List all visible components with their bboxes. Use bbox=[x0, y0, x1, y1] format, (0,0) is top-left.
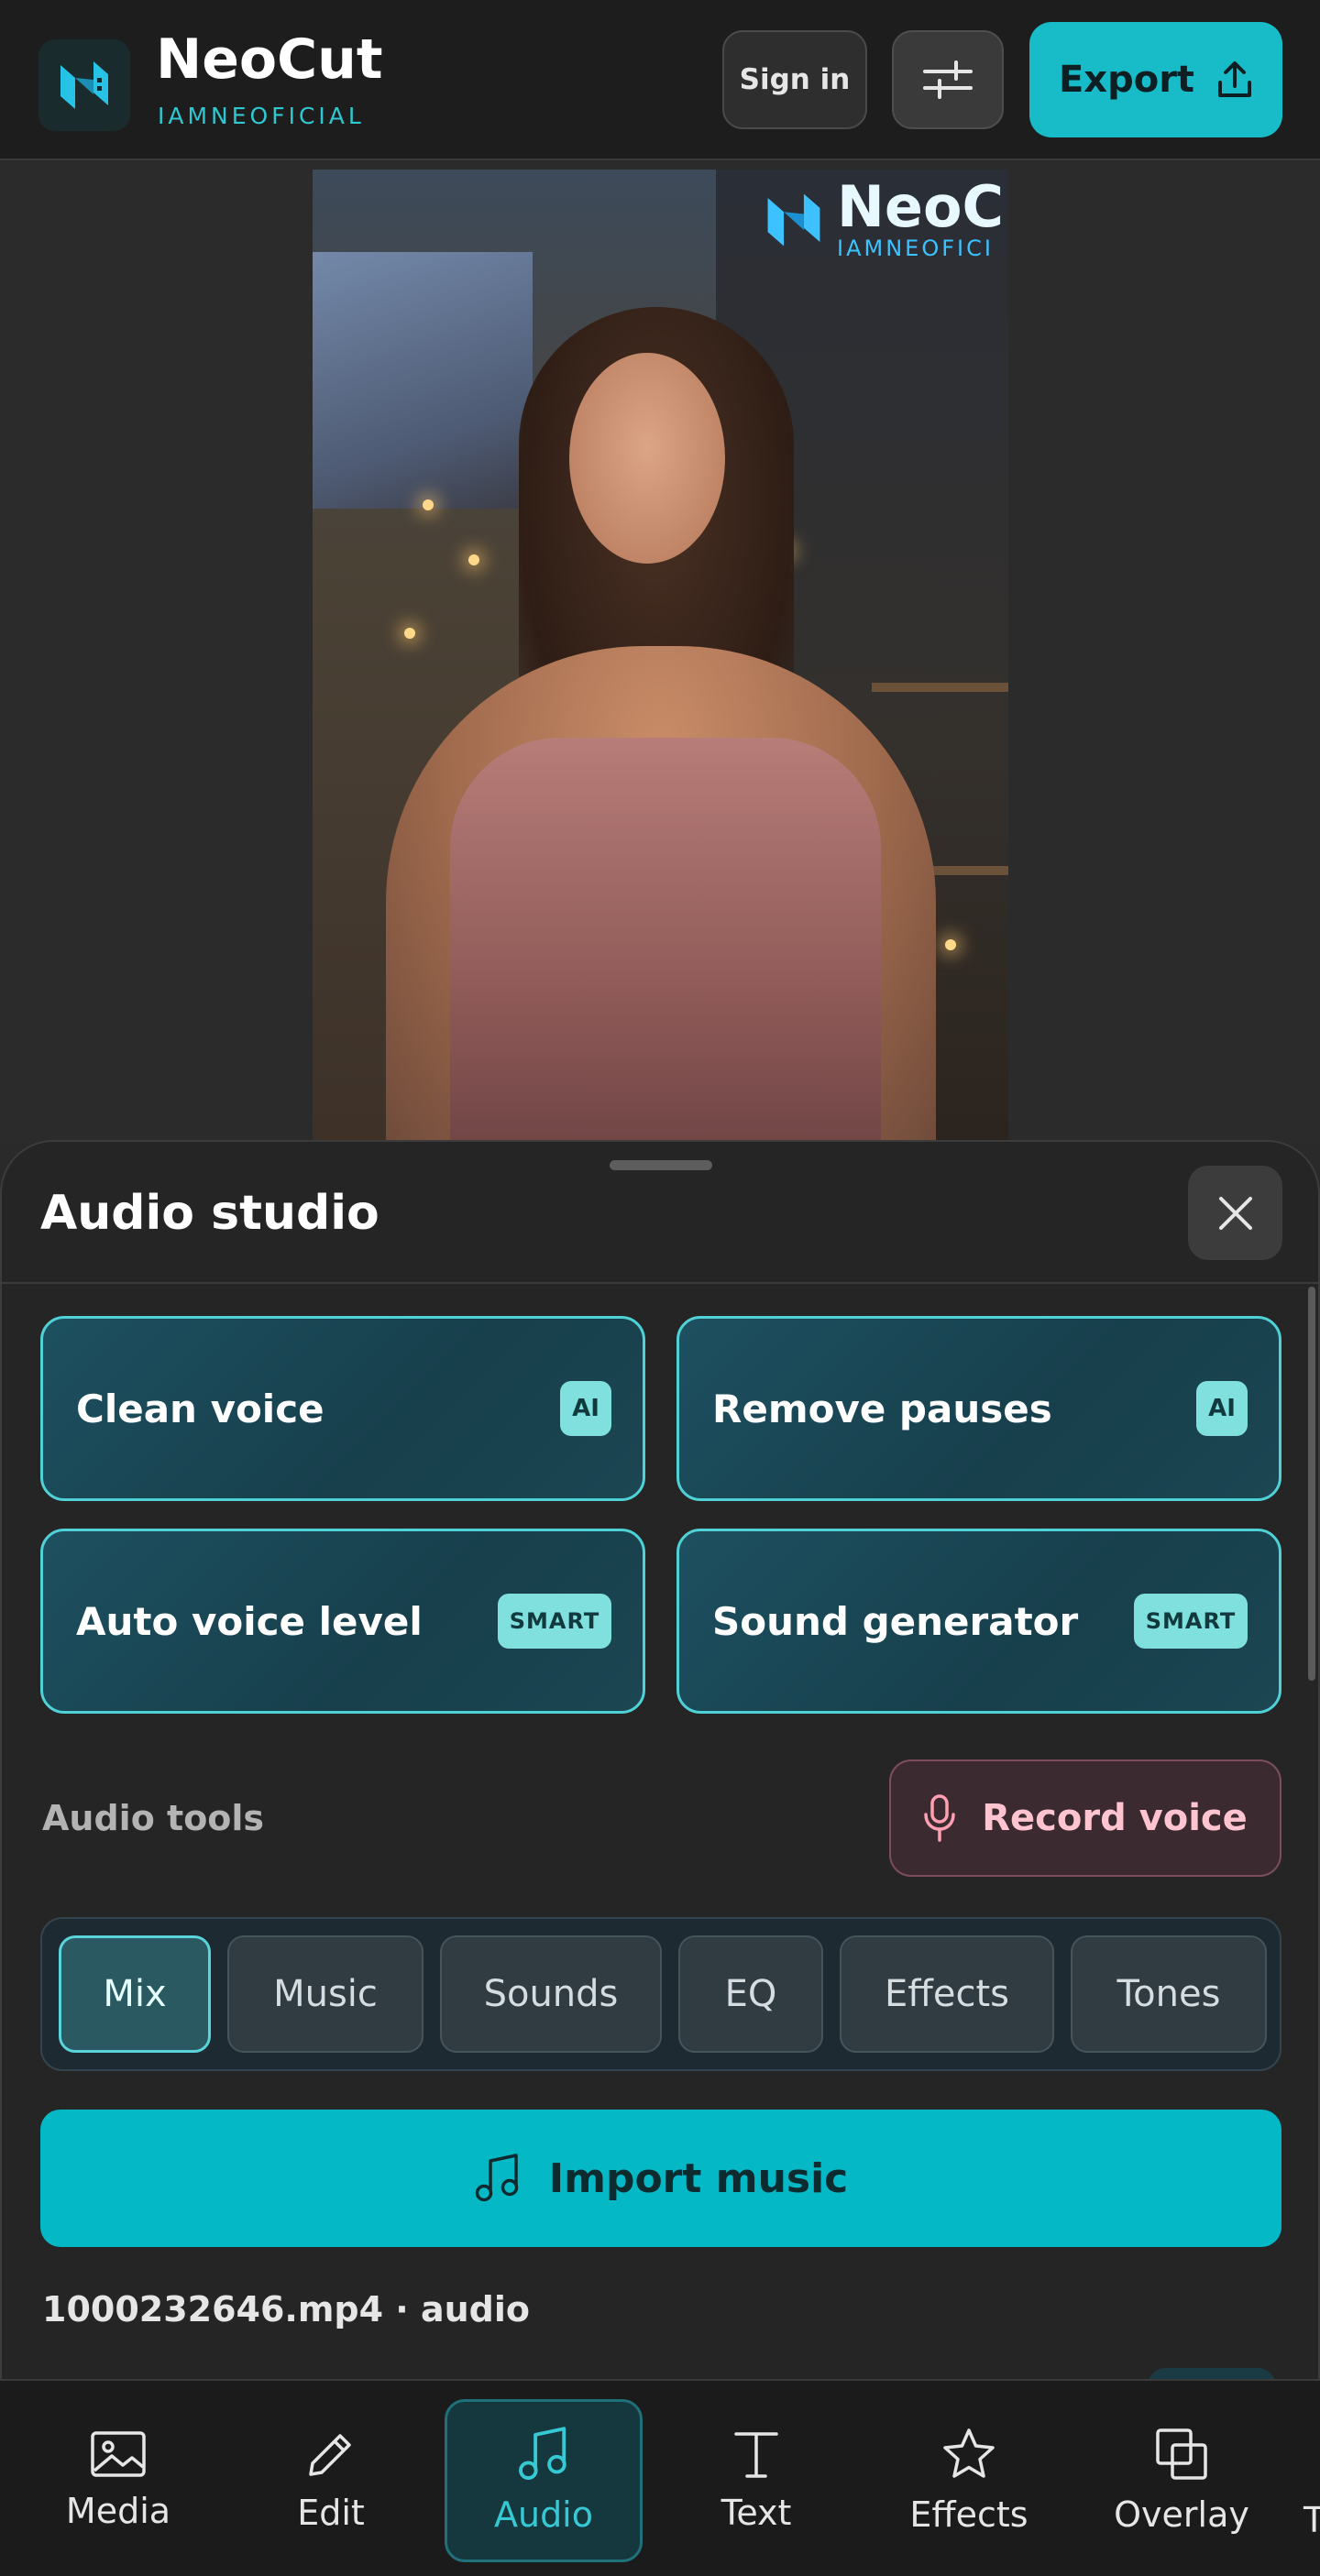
background-window bbox=[313, 252, 533, 509]
nav-label: Effects bbox=[909, 2494, 1028, 2535]
upload-icon bbox=[1218, 61, 1252, 97]
close-button[interactable] bbox=[1188, 1166, 1282, 1260]
app-header: NeoCut IAMNEOFICIAL Sign in Export bbox=[0, 0, 1320, 160]
pencil-icon bbox=[309, 2434, 351, 2476]
tab-eq[interactable]: EQ bbox=[678, 1935, 823, 2053]
nav-label: Overlay bbox=[1114, 2494, 1249, 2535]
audio-file-name: 1000232646.mp4 · audio bbox=[42, 2289, 530, 2329]
settings-button[interactable] bbox=[892, 30, 1004, 129]
music-note-icon bbox=[475, 2154, 518, 2202]
sign-in-button[interactable]: Sign in bbox=[722, 30, 867, 129]
brand-name: NeoCut bbox=[156, 27, 383, 92]
music-note-icon bbox=[519, 2427, 566, 2481]
card-label: Remove pauses bbox=[712, 1386, 1052, 1431]
audio-tool-tabs: Mix Music Sounds EQ Effects Tones bbox=[40, 1917, 1282, 2071]
overlay-icon bbox=[1156, 2428, 1207, 2480]
watermark-logo-icon bbox=[767, 193, 820, 247]
card-label: Sound generator bbox=[712, 1598, 1079, 1644]
fairy-light bbox=[404, 628, 415, 639]
subject-face bbox=[569, 353, 725, 564]
import-music-button[interactable]: Import music bbox=[40, 2110, 1282, 2247]
nav-overlay[interactable]: Overlay bbox=[1083, 2399, 1281, 2562]
smart-badge: SMART bbox=[1134, 1594, 1248, 1649]
card-label: Clean voice bbox=[76, 1386, 324, 1431]
ai-badge: AI bbox=[1196, 1381, 1248, 1436]
microphone-icon bbox=[924, 1794, 955, 1842]
fairy-light bbox=[423, 499, 434, 510]
clean-voice-card[interactable]: Clean voice AI bbox=[40, 1316, 645, 1501]
video-frame[interactable]: NeoC IAMNEOFICI bbox=[313, 170, 1008, 1143]
ai-badge: AI bbox=[560, 1381, 611, 1436]
tab-sounds[interactable]: Sounds bbox=[440, 1935, 662, 2053]
scrollbar[interactable] bbox=[1308, 1287, 1315, 1681]
fairy-light bbox=[468, 554, 479, 565]
audio-tools-label: Audio tools bbox=[42, 1798, 265, 1838]
export-label: Export bbox=[1058, 59, 1195, 101]
lamp-light bbox=[945, 939, 956, 950]
bottom-navigation: Media Edit Audio Text Effects Overlay T bbox=[0, 2379, 1320, 2576]
card-label: Auto voice level bbox=[76, 1598, 423, 1644]
record-voice-button[interactable]: Record voice bbox=[889, 1759, 1282, 1877]
tab-effects[interactable]: Effects bbox=[840, 1935, 1054, 2053]
tab-mix[interactable]: Mix bbox=[59, 1935, 211, 2053]
auto-voice-level-card[interactable]: Auto voice level SMART bbox=[40, 1529, 645, 1714]
watermark-subtitle: IAMNEOFICI bbox=[837, 236, 994, 261]
smart-badge: SMART bbox=[498, 1594, 611, 1649]
watermark-title: NeoC bbox=[837, 173, 1005, 240]
star-icon bbox=[943, 2428, 995, 2478]
logo-icon[interactable] bbox=[38, 39, 130, 131]
export-button[interactable]: Export bbox=[1029, 22, 1282, 137]
nav-label: Edit bbox=[297, 2493, 365, 2533]
video-preview-area: NeoC IAMNEOFICI bbox=[0, 162, 1320, 1143]
panel-divider bbox=[2, 1282, 1318, 1284]
nav-effects[interactable]: Effects bbox=[870, 2399, 1068, 2562]
brand-subtitle: IAMNEOFICIAL bbox=[158, 103, 365, 129]
nav-edit[interactable]: Edit bbox=[232, 2399, 430, 2562]
nav-media[interactable]: Media bbox=[19, 2399, 217, 2562]
nav-label: Media bbox=[65, 2491, 171, 2531]
import-music-label: Import music bbox=[548, 2154, 849, 2202]
record-voice-label: Record voice bbox=[982, 1797, 1248, 1839]
close-icon bbox=[1218, 1196, 1252, 1230]
text-icon bbox=[734, 2432, 778, 2478]
image-icon bbox=[91, 2431, 146, 2477]
nav-audio[interactable]: Audio bbox=[445, 2399, 643, 2562]
nav-label: Audio bbox=[493, 2494, 593, 2535]
nav-text[interactable]: Text bbox=[657, 2399, 855, 2562]
nav-label: Text bbox=[720, 2493, 792, 2533]
tab-tones[interactable]: Tones bbox=[1071, 1935, 1267, 2053]
remove-pauses-card[interactable]: Remove pauses AI bbox=[676, 1316, 1282, 1501]
nav-overflow-item[interactable]: T bbox=[1304, 2500, 1320, 2540]
panel-title: Audio studio bbox=[40, 1186, 380, 1241]
video-watermark: NeoC IAMNEOFICI bbox=[762, 179, 1004, 261]
audio-studio-panel: Audio studio Clean voice AI Remove pause… bbox=[0, 1140, 1320, 2386]
shelf bbox=[872, 683, 1008, 692]
subject-dress bbox=[450, 738, 881, 1143]
sound-generator-card[interactable]: Sound generator SMART bbox=[676, 1529, 1282, 1714]
tab-music[interactable]: Music bbox=[227, 1935, 424, 2053]
sliders-icon bbox=[923, 60, 973, 99]
drag-handle[interactable] bbox=[610, 1160, 712, 1170]
